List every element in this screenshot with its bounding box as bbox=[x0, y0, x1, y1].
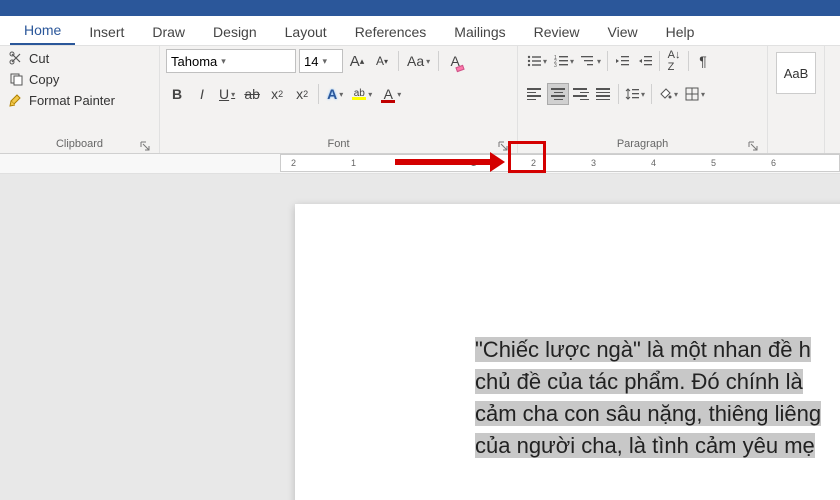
font-size-value: 14 bbox=[304, 54, 318, 69]
highlight-icon: ab bbox=[352, 88, 366, 100]
font-dialog-launcher[interactable] bbox=[496, 139, 509, 152]
format-painter-button[interactable]: Format Painter bbox=[6, 91, 153, 109]
tab-home[interactable]: Home bbox=[10, 16, 75, 45]
bullets-button[interactable]: ▾ bbox=[524, 49, 550, 73]
separator bbox=[398, 51, 399, 71]
paragraph-dialog-launcher[interactable] bbox=[746, 139, 759, 152]
chevron-down-icon: ▾ bbox=[221, 56, 226, 67]
bold-button[interactable]: B bbox=[166, 82, 188, 106]
horizontal-ruler[interactable]: 2 1 1 2 3 4 5 6 bbox=[280, 154, 840, 172]
ruler-area: 2 1 1 2 3 4 5 6 bbox=[0, 154, 840, 174]
group-styles: AaB bbox=[768, 46, 825, 153]
scissors-icon bbox=[8, 50, 24, 66]
sort-icon: A↓Z bbox=[668, 49, 681, 73]
tab-review[interactable]: Review bbox=[520, 18, 594, 45]
text-line: của người cha, là tình cảm yêu mẹ bbox=[475, 433, 815, 458]
line-spacing-button[interactable]: ▾ bbox=[622, 82, 648, 106]
decrease-indent-button[interactable] bbox=[611, 49, 633, 73]
align-center-button[interactable] bbox=[547, 83, 569, 105]
ribbon: Cut Copy Format Painter Clipboard bbox=[0, 46, 840, 154]
tab-help[interactable]: Help bbox=[652, 18, 709, 45]
grow-font-button[interactable]: A▴ bbox=[346, 49, 368, 73]
style-normal-preview[interactable]: AaB bbox=[776, 52, 816, 94]
pilcrow-icon: ¶ bbox=[699, 53, 707, 69]
sort-button[interactable]: A↓Z bbox=[663, 49, 685, 73]
align-left-button[interactable] bbox=[524, 83, 546, 105]
separator bbox=[438, 51, 439, 71]
increase-indent-button[interactable] bbox=[634, 49, 656, 73]
font-size-combo[interactable]: 14 ▾ bbox=[299, 49, 343, 73]
show-marks-button[interactable]: ¶ bbox=[692, 49, 714, 73]
format-painter-label: Format Painter bbox=[29, 93, 115, 108]
copy-button[interactable]: Copy bbox=[6, 70, 153, 88]
underline-button[interactable]: U▾ bbox=[216, 82, 238, 106]
strikethrough-button[interactable]: ab bbox=[241, 82, 263, 106]
separator bbox=[688, 51, 689, 71]
tab-view[interactable]: View bbox=[594, 18, 652, 45]
tab-design[interactable]: Design bbox=[199, 18, 271, 45]
subscript-button[interactable]: x2 bbox=[266, 82, 288, 106]
borders-button[interactable]: ▾ bbox=[682, 82, 708, 106]
group-paragraph: ▾ 123▾ ▾ A↓Z ¶ ▾ ▾ ▾ bbox=[518, 46, 768, 153]
separator bbox=[607, 51, 608, 71]
numbering-button[interactable]: 123▾ bbox=[551, 49, 577, 73]
tab-layout[interactable]: Layout bbox=[271, 18, 341, 45]
chevron-down-icon: ▾ bbox=[322, 56, 327, 67]
copy-label: Copy bbox=[29, 72, 59, 87]
text-line: cảm cha con sâu nặng, thiêng liêng bbox=[475, 401, 821, 426]
tab-insert[interactable]: Insert bbox=[75, 18, 138, 45]
separator bbox=[318, 84, 319, 104]
paintbrush-icon bbox=[8, 92, 24, 108]
numbering-icon: 123 bbox=[554, 55, 568, 67]
outdent-icon bbox=[615, 55, 629, 67]
shrink-font-button[interactable]: A▾ bbox=[371, 49, 393, 73]
justify-button[interactable] bbox=[593, 83, 615, 105]
group-label-font: Font bbox=[327, 138, 349, 150]
text-effects-icon: A bbox=[327, 86, 337, 102]
document-text[interactable]: "Chiếc lược ngà" là một nhan đề h chủ đề… bbox=[475, 334, 840, 462]
clipboard-dialog-launcher[interactable] bbox=[138, 139, 151, 152]
separator bbox=[651, 84, 652, 104]
separator bbox=[659, 51, 660, 71]
svg-text:3: 3 bbox=[554, 63, 557, 67]
tab-references[interactable]: References bbox=[341, 18, 441, 45]
multilevel-list-button[interactable]: ▾ bbox=[578, 49, 604, 73]
bullets-icon bbox=[527, 55, 541, 67]
multilevel-icon bbox=[581, 55, 595, 67]
title-bar bbox=[0, 0, 840, 16]
highlight-button[interactable]: ab▾ bbox=[349, 82, 375, 106]
font-name-value: Tahoma bbox=[171, 54, 217, 69]
tab-mailings[interactable]: Mailings bbox=[440, 18, 519, 45]
eraser-a-icon: A bbox=[450, 53, 459, 69]
separator bbox=[618, 84, 619, 104]
clear-formatting-button[interactable]: A bbox=[444, 49, 466, 73]
shading-button[interactable]: ▾ bbox=[655, 82, 681, 106]
group-font: Tahoma ▾ 14 ▾ A▴ A▾ Aa▾ A B I U▾ bbox=[160, 46, 518, 153]
font-color-button[interactable]: A▾ bbox=[378, 82, 404, 106]
borders-icon bbox=[685, 87, 699, 101]
indent-icon bbox=[638, 55, 652, 67]
tab-draw[interactable]: Draw bbox=[138, 18, 199, 45]
align-right-button[interactable] bbox=[570, 83, 592, 105]
line-spacing-icon bbox=[625, 87, 639, 101]
italic-button[interactable]: I bbox=[191, 82, 213, 106]
change-case-button[interactable]: Aa▾ bbox=[404, 49, 433, 73]
group-label-paragraph: Paragraph bbox=[617, 138, 668, 150]
document-canvas[interactable]: "Chiếc lược ngà" là một nhan đề h chủ đề… bbox=[0, 174, 840, 500]
page[interactable]: "Chiếc lược ngà" là một nhan đề h chủ đề… bbox=[295, 204, 840, 500]
ribbon-tabs: Home Insert Draw Design Layout Reference… bbox=[0, 16, 840, 46]
cut-label: Cut bbox=[29, 51, 49, 66]
group-label-clipboard: Clipboard bbox=[56, 138, 103, 150]
font-color-icon: A bbox=[381, 86, 395, 103]
text-line: chủ đề của tác phẩm. Đó chính là bbox=[475, 369, 803, 394]
superscript-button[interactable]: x2 bbox=[291, 82, 313, 106]
text-effects-button[interactable]: A▾ bbox=[324, 82, 346, 106]
paint-bucket-icon bbox=[658, 87, 672, 101]
font-name-combo[interactable]: Tahoma ▾ bbox=[166, 49, 296, 73]
copy-icon bbox=[8, 71, 24, 87]
group-clipboard: Cut Copy Format Painter Clipboard bbox=[0, 46, 160, 153]
cut-button[interactable]: Cut bbox=[6, 49, 153, 67]
text-line: "Chiếc lược ngà" là một nhan đề h bbox=[475, 337, 811, 362]
